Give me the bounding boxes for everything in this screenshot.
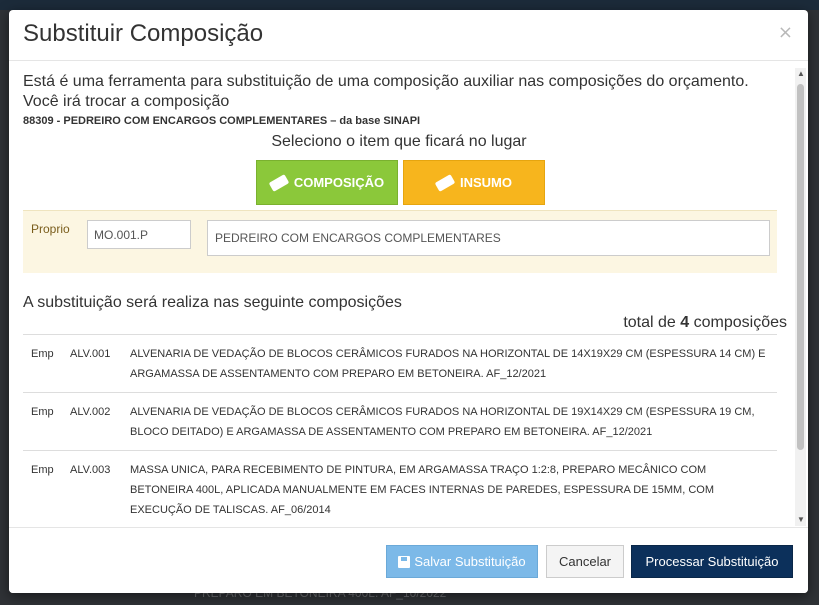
substituir-dialog: Substituir Composição × Está é uma ferra… (9, 10, 808, 593)
composition-code: ALV.003 (70, 464, 111, 476)
body-scrollbar[interactable]: ▲ ▼ (795, 68, 806, 526)
composition-type: Emp (31, 464, 54, 476)
composition-row: Emp ALV.002 ALVENARIA DE VEDAÇÃO DE BLOC… (23, 392, 777, 450)
replacement-panel: Proprio (23, 210, 777, 273)
composicao-label: COMPOSIÇÃO (293, 175, 385, 190)
composicao-button[interactable]: COMPOSIÇÃO (256, 160, 398, 205)
intro-text: Está é uma ferramenta para substituição … (23, 72, 783, 112)
total-suffix: composições (693, 314, 787, 331)
dialog-title: Substituir Composição (23, 20, 264, 47)
save-label: Salvar Substituição (414, 554, 526, 569)
scroll-thumb[interactable] (797, 84, 804, 450)
cancel-button[interactable]: Cancelar (546, 545, 624, 578)
eraser-icon (434, 173, 456, 192)
floppy-disk-icon (398, 555, 411, 568)
replacement-name-field[interactable] (207, 220, 770, 256)
scroll-down-icon[interactable]: ▼ (797, 516, 805, 524)
insumo-button[interactable]: INSUMO (403, 160, 545, 205)
total-prefix: total de (623, 314, 676, 331)
composition-row: Emp ALV.003 MASSA UNICA, PARA RECEBIMENT… (23, 450, 777, 527)
background-header (0, 0, 819, 10)
current-composition-reference: 88309 - PEDREIRO COM ENCARGOS COMPLEMENT… (23, 115, 421, 127)
dialog-footer: Salvar Substituição Cancelar Processar S… (9, 527, 808, 593)
section-title: A substituição será realiza nas seguinte… (23, 294, 402, 311)
composition-type: Emp (31, 348, 54, 360)
composition-description: ALVENARIA DE VEDAÇÃO DE BLOCOS CERÂMICOS… (130, 348, 766, 380)
scroll-up-icon[interactable]: ▲ (797, 70, 805, 78)
composition-row: Emp ALV.001 ALVENARIA DE VEDAÇÃO DE BLOC… (23, 334, 777, 392)
choose-prompt: Seleciono o item que ficará no lugar (271, 133, 527, 150)
composition-list: Emp ALV.001 ALVENARIA DE VEDAÇÃO DE BLOC… (23, 334, 777, 527)
dialog-body: Está é uma ferramenta para substituição … (9, 61, 808, 527)
composition-description: ALVENARIA DE VEDAÇÃO DE BLOCOS CERÂMICOS… (130, 406, 755, 438)
intro-line-1: Está é uma ferramenta para substituição … (23, 73, 749, 90)
dialog-header: Substituir Composição × (9, 10, 808, 61)
insumo-label: INSUMO (460, 175, 512, 190)
eraser-icon (268, 173, 290, 192)
replacement-code-field[interactable] (87, 220, 191, 249)
intro-line-2: Você irá trocar a composição (23, 93, 230, 110)
source-label: Proprio (31, 222, 70, 236)
process-button[interactable]: Processar Substituição (631, 545, 793, 578)
composition-description: MASSA UNICA, PARA RECEBIMENTO DE PINTURA… (130, 464, 714, 516)
composition-code: ALV.002 (70, 406, 111, 418)
composition-code: ALV.001 (70, 348, 111, 360)
total-count: total de 4 composições (623, 314, 787, 332)
composition-type: Emp (31, 406, 54, 418)
total-number: 4 (680, 314, 690, 331)
save-button[interactable]: Salvar Substituição (386, 545, 538, 578)
close-icon[interactable]: × (778, 22, 793, 43)
